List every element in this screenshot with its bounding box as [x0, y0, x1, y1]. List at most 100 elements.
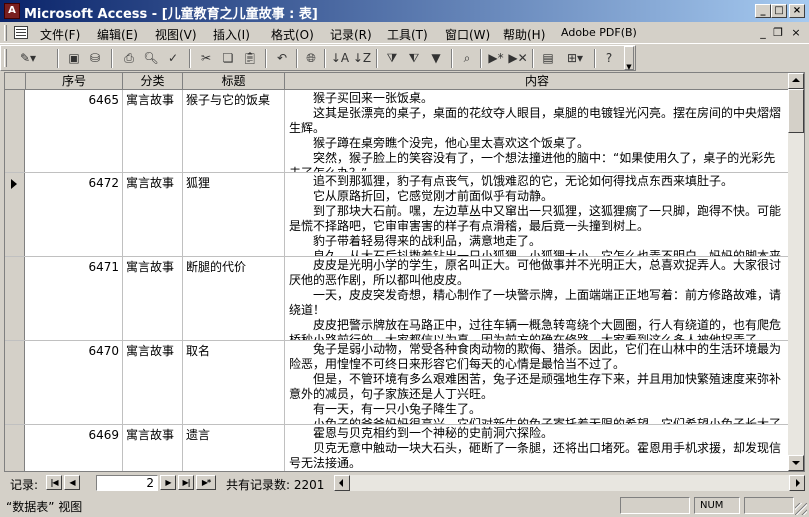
filter-by-form-icon[interactable]: ⧨	[404, 49, 424, 68]
print-icon[interactable]: ⎙	[119, 49, 139, 68]
menu-file[interactable]: 文件(F)	[40, 26, 80, 43]
cut-icon[interactable]: ✂	[196, 49, 216, 68]
cell-title[interactable]: 狐狸	[183, 173, 285, 256]
record-selector[interactable]	[5, 173, 25, 256]
scroll-left-button[interactable]	[334, 475, 350, 491]
menu-insert[interactable]: 插入(I)	[213, 26, 250, 43]
menu-format[interactable]: 格式(O)	[271, 26, 314, 43]
column-header-content[interactable]: 内容	[285, 73, 790, 90]
cell-content[interactable]: 兔子是弱小动物，常受各种食肉动物的欺侮、猎杀。因此，它们在山林中的生活环境最为险…	[285, 341, 790, 424]
cell-category[interactable]: 寓言故事	[123, 425, 183, 471]
filter-by-selection-icon[interactable]: ⧩	[382, 49, 402, 68]
maximize-button[interactable]: □	[771, 4, 787, 18]
table-row[interactable]: 6469 寓言故事 遗言 霍恩与贝克相约到一个神秘的史前洞穴探险。 贝克无意中触动一块大…	[5, 425, 790, 471]
cell-id[interactable]: 6472	[26, 173, 123, 256]
spelling-icon[interactable]: ✓	[163, 49, 183, 68]
save-as-icon[interactable]: ⛁	[85, 49, 105, 68]
sort-ascending-icon[interactable]: ↓A	[330, 49, 350, 68]
content-paragraph: 一天，皮皮突发奇想，精心制作了一块警示牌，上面端端正正地写着：前方修路故难，请绕…	[289, 288, 782, 317]
close-button[interactable]: ×	[789, 4, 805, 18]
new-record-icon[interactable]: ▶*	[486, 49, 506, 68]
toolbar-grip[interactable]	[4, 49, 7, 67]
cell-title[interactable]: 猴子与它的饭桌	[183, 90, 285, 172]
view-icon[interactable]: ✎▾	[13, 49, 43, 68]
menu-help[interactable]: 帮助(H)	[503, 26, 545, 43]
record-selector[interactable]	[5, 257, 25, 340]
cell-id[interactable]: 6469	[26, 425, 123, 471]
apply-filter-icon[interactable]: ▼	[426, 49, 446, 68]
new-object-icon[interactable]: ⊞▾	[560, 49, 590, 68]
current-record-input[interactable]: 2	[96, 475, 158, 491]
record-selector[interactable]	[5, 90, 25, 172]
last-record-button[interactable]: ▶|	[178, 475, 194, 490]
toolbar-separator	[532, 49, 534, 68]
mdi-restore-icon[interactable]: ❐	[771, 26, 785, 39]
mdi-minimize-icon[interactable]: _	[756, 26, 770, 39]
cell-title[interactable]: 取名	[183, 341, 285, 424]
cell-title[interactable]: 遗言	[183, 425, 285, 471]
help-icon[interactable]: ?	[599, 49, 619, 68]
record-selector[interactable]	[5, 425, 25, 471]
vertical-scroll-thumb[interactable]	[788, 89, 804, 133]
scroll-right-button[interactable]	[789, 475, 805, 491]
paste-icon[interactable]: 📋︎	[240, 49, 260, 68]
cell-category[interactable]: 寓言故事	[123, 257, 183, 340]
toolbar-options-chevron-icon[interactable]: ▼	[624, 46, 634, 71]
window-title: Microsoft Access - [儿童教育之儿童故事 : 表]	[24, 7, 318, 22]
previous-record-button[interactable]: ◀	[64, 475, 80, 490]
save-icon[interactable]: ▣	[64, 49, 84, 68]
menu-edit[interactable]: 编辑(E)	[97, 26, 138, 43]
cell-content[interactable]: 猴子买回来一张饭桌。 这其是张漂亮的桌子，桌面的花纹夺人眼目，桌腿的电镀锃光闪亮。…	[285, 90, 790, 172]
cell-content[interactable]: 皮皮是光明小学的学生，原名叫正大。可他做事并不光明正大，总喜欢捉弄人。大家很讨厌…	[285, 257, 790, 340]
menubar-grip[interactable]	[4, 25, 7, 41]
menu-view[interactable]: 视图(V)	[155, 26, 197, 43]
cell-title[interactable]: 断腿的代价	[183, 257, 285, 340]
table-row[interactable]: 6471 寓言故事 断腿的代价 皮皮是光明小学的学生，原名叫正大。可他做事并不光明正大…	[5, 257, 790, 341]
undo-icon[interactable]: ↶	[272, 49, 292, 68]
column-header-id[interactable]: 序号	[26, 73, 123, 90]
select-all-corner[interactable]	[5, 73, 26, 90]
content-paragraph: 贝克无意中触动一块大石头，砸断了一条腿，还将出口堵死。霍恩用手机求援，却发现信号…	[289, 441, 782, 470]
first-record-button[interactable]: |◀	[46, 475, 62, 490]
column-header-category[interactable]: 分类	[123, 73, 183, 90]
sort-descending-icon[interactable]: ↓Z	[352, 49, 372, 68]
cell-category[interactable]: 寓言故事	[123, 341, 183, 424]
cell-id[interactable]: 6465	[26, 90, 123, 172]
access-app-icon[interactable]: A	[4, 3, 20, 19]
minimize-button[interactable]: _	[755, 4, 771, 18]
cell-id[interactable]: 6471	[26, 257, 123, 340]
menu-records[interactable]: 记录(R)	[330, 26, 372, 43]
toolbar-separator	[265, 49, 267, 68]
copy-icon[interactable]: ❏	[218, 49, 238, 68]
cell-content[interactable]: 霍恩与贝克相约到一个神秘的史前洞穴探险。 贝克无意中触动一块大石头，砸断了一条腿，…	[285, 425, 790, 471]
scroll-up-button[interactable]	[788, 73, 804, 89]
menu-adobe-pdf[interactable]: Adobe PDF(B)	[561, 26, 637, 39]
record-selector[interactable]	[5, 341, 25, 424]
column-header-title[interactable]: 标题	[183, 73, 285, 90]
vertical-scrollbar[interactable]	[788, 73, 804, 471]
cell-id[interactable]: 6470	[26, 341, 123, 424]
horizontal-scrollbar[interactable]	[334, 475, 805, 491]
scroll-down-button[interactable]	[788, 455, 804, 471]
print-preview-icon[interactable]: 🔍︎	[141, 49, 161, 68]
status-panel	[744, 497, 794, 514]
menu-tools[interactable]: 工具(T)	[387, 26, 428, 43]
document-icon[interactable]	[14, 26, 28, 39]
database-window-icon[interactable]: ▤	[538, 49, 558, 68]
find-icon[interactable]: ⌕	[457, 49, 477, 68]
hyperlink-icon[interactable]: 🌐︎	[301, 49, 321, 68]
content-paragraph: 小兔子的爸爸妈妈很高兴，它们对新生的兔子寄托着无限的希望。它们希望小兔子长大了	[313, 417, 782, 424]
content-paragraph: 猴子蹲在桌旁瞧个没完，他心里太喜欢这个饭桌了。	[313, 136, 590, 150]
table-row[interactable]: 6472 寓言故事 狐狸 追不到那狐狸，豹子有点丧气，饥饿难忍的它，无论如何得找点东西…	[5, 173, 790, 257]
cell-category[interactable]: 寓言故事	[123, 173, 183, 256]
delete-record-icon[interactable]: ▶✕	[508, 49, 528, 68]
table-row[interactable]: 6470 寓言故事 取名 兔子是弱小动物，常受各种食肉动物的欺侮、猎杀。因此，它们在山…	[5, 341, 790, 425]
menu-window[interactable]: 窗口(W)	[445, 26, 490, 43]
table-row[interactable]: 6465 寓言故事 猴子与它的饭桌 猴子买回来一张饭桌。 这其是张漂亮的桌子，桌面的花纹…	[5, 90, 790, 173]
cell-category[interactable]: 寓言故事	[123, 90, 183, 172]
next-record-button[interactable]: ▶	[160, 475, 176, 490]
cell-content[interactable]: 追不到那狐狸，豹子有点丧气，饥饿难忍的它，无论如何得找点东西来填肚子。 它从原路折…	[285, 173, 790, 256]
new-record-nav-button[interactable]: ▶*	[196, 475, 216, 490]
mdi-close-icon[interactable]: ×	[789, 26, 803, 39]
resize-grip-icon[interactable]	[795, 503, 807, 515]
